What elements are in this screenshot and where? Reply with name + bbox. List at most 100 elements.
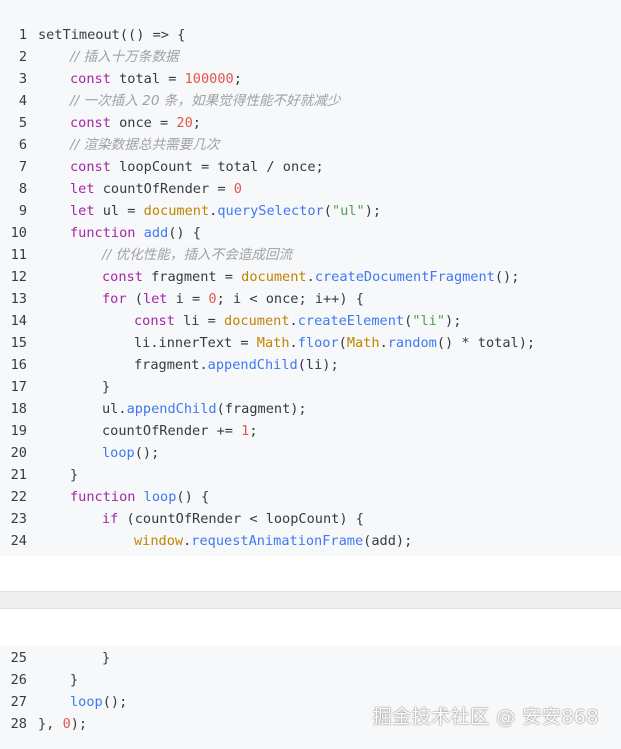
line-number: 26 (10, 672, 27, 688)
code-token: let (70, 181, 95, 197)
site-watermark: 掘金技术社区 @ 安安868 (372, 706, 599, 728)
code-token: ); (70, 716, 88, 732)
code-text: let ul = document.querySelector("ul"); (38, 200, 381, 222)
code-text: setTimeout(() => { (38, 24, 185, 46)
code-line: 12 const fragment = document.createDocume… (0, 266, 621, 288)
code-line: 10 function add() { (0, 222, 621, 244)
line-number: 15 (10, 335, 27, 351)
code-text: function loop() { (38, 486, 209, 508)
code-token: loop (102, 445, 135, 461)
code-token: const (70, 71, 111, 87)
code-token: appendChild (126, 401, 217, 417)
code-token: random (387, 335, 437, 351)
code-token: let (142, 291, 168, 307)
code-token: ( (323, 203, 332, 219)
code-token: // 插入十万条数据 (70, 49, 179, 65)
code-token: setTimeout(() => { (38, 27, 186, 43)
code-token: document (241, 269, 307, 285)
code-token: (add); (363, 533, 413, 549)
code-text: window.requestAnimationFrame(add); (38, 530, 412, 552)
line-number: 14 (10, 313, 27, 329)
code-token: } (102, 650, 111, 666)
code-line: 13 for (let i = 0; i < once; i++) { (0, 288, 621, 310)
code-block-bottom: 25} 26} 27 loop(); 28}, 0); (0, 646, 621, 749)
code-text: // 插入十万条数据 (38, 46, 179, 68)
code-token: . (306, 269, 315, 285)
code-token: li.innerText = (134, 335, 257, 351)
code-token: window (134, 533, 184, 549)
code-line: 24 window.requestAnimationFrame(add); (0, 530, 621, 552)
code-token: . (289, 313, 298, 329)
code-text: const total = 100000; (38, 68, 242, 90)
code-token: document (224, 313, 290, 329)
code-token: loopCount = total / once; (110, 159, 324, 175)
code-token: fragment. (134, 357, 208, 373)
code-token: Math (256, 335, 290, 351)
code-line: 9 let ul = document.querySelector("ul"); (0, 200, 621, 222)
code-token: countOfRender = (94, 181, 234, 197)
line-number: 22 (10, 489, 27, 505)
code-token: for (102, 291, 127, 307)
line-number: 20 (10, 445, 27, 461)
code-text: loop(); (38, 442, 159, 464)
code-text: }, 0); (38, 713, 87, 735)
code-line: 11 // 优化性能，插入不会造成回流 (0, 244, 621, 266)
line-number: 7 (18, 159, 27, 175)
line-number: 24 (10, 533, 27, 549)
code-token: ; (192, 115, 201, 131)
code-token: createDocumentFragment (314, 269, 495, 285)
code-line: 26} (0, 669, 621, 691)
code-token: 0 (233, 181, 242, 197)
line-number: 6 (18, 137, 27, 153)
code-line: 21} (0, 464, 621, 486)
line-number: 25 (10, 650, 27, 666)
code-line: 15 li.innerText = Math.floor(Math.random(… (0, 332, 621, 354)
line-number: 21 (10, 467, 27, 483)
line-number: 19 (10, 423, 27, 439)
code-line: 14 const li = document.createElement("li"… (0, 310, 621, 332)
code-token: ); (364, 203, 382, 219)
code-token: requestAnimationFrame (191, 533, 364, 549)
line-number: 5 (18, 115, 27, 131)
code-text: const li = document.createElement("li"); (38, 310, 461, 332)
code-text: li.innerText = Math.floor(Math.random() … (38, 332, 535, 354)
code-line: 22 function loop() { (0, 486, 621, 508)
code-token: } (70, 467, 79, 483)
code-text: const once = 20; (38, 112, 201, 134)
code-token: if (102, 511, 119, 527)
code-token: fragment = (142, 269, 242, 285)
code-token: add (143, 225, 169, 241)
code-token: () * total); (436, 335, 536, 351)
code-line: 16 fragment.appendChild(li); (0, 354, 621, 376)
code-text: const fragment = document.createDocument… (38, 266, 519, 288)
code-token: countOfRender += (102, 423, 242, 439)
code-line: 3 const total = 100000; (0, 68, 621, 90)
code-token: function (70, 489, 136, 505)
code-token: const (134, 313, 175, 329)
code-token: appendChild (207, 357, 298, 373)
code-line: 8 let countOfRender = 0 (0, 178, 621, 200)
code-token: (li); (297, 357, 339, 373)
code-token: ; i < once; i++) { (216, 291, 364, 307)
line-number: 13 (10, 291, 27, 307)
line-number: 9 (18, 203, 27, 219)
code-text: } (38, 669, 78, 691)
code-text: // 优化性能，插入不会造成回流 (38, 244, 292, 266)
code-text: ul.appendChild(fragment); (38, 398, 307, 420)
code-token: "li" (412, 313, 446, 329)
code-token: }, (38, 716, 63, 732)
code-token: function (70, 225, 136, 241)
code-line: 6 // 渲染数据总共需要几次 (0, 134, 621, 156)
code-text: } (38, 647, 110, 669)
code-token: (countOfRender < loopCount) { (118, 511, 364, 527)
code-token: ( (338, 335, 347, 351)
code-text: countOfRender += 1; (38, 420, 258, 442)
line-number: 17 (10, 379, 27, 395)
code-token: Math (346, 335, 380, 351)
line-number: 3 (18, 71, 27, 87)
code-text: } (38, 376, 110, 398)
code-token: li = (174, 313, 225, 329)
line-number: 12 (10, 269, 27, 285)
code-token: () { (176, 489, 210, 505)
